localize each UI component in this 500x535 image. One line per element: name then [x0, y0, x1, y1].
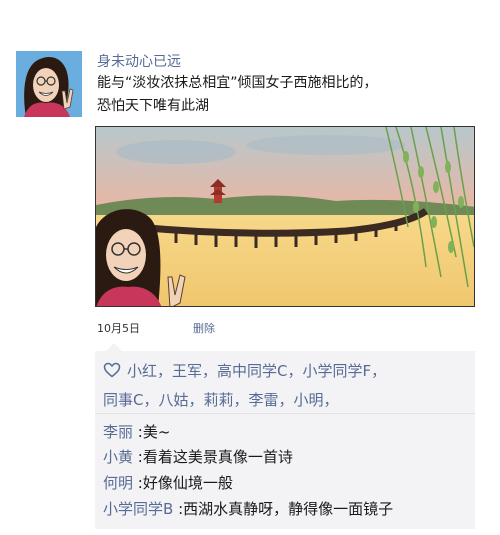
comment-item[interactable]: 小黄 :看着这美景真像一首诗 — [103, 446, 293, 468]
heart-icon — [103, 359, 121, 378]
post-date: 10月5日 — [97, 322, 140, 335]
comment-separator: : — [133, 423, 143, 441]
likes-names[interactable]: 同事C，八姑，莉莉，李雷，小明， — [103, 391, 338, 409]
likes-names[interactable]: 小红，王军，高中同学C，小学同学F， — [127, 362, 386, 380]
comment-item[interactable]: 何明 :好像仙境一般 — [103, 472, 233, 494]
likes-list: 小红，王军，高中同学C，小学同学F， 同事C，八姑，莉莉，李雷，小明， — [103, 357, 463, 415]
comment-item[interactable]: 李丽 :美~ — [103, 421, 170, 443]
comment-text: 好像仙境一般 — [142, 474, 233, 492]
post-text-line: 能与“淡妆浓抹总相宜”倾国女子西施相比的， — [97, 75, 378, 91]
likes-line: 同事C，八姑，莉莉，李雷，小明， — [103, 386, 463, 415]
username-link[interactable]: 身未动心已远 — [97, 51, 181, 71]
comment-text: 西湖水真静呀，静得像一面镜子 — [183, 500, 394, 518]
delete-button[interactable]: 删除 — [193, 320, 215, 336]
comment-separator: : — [173, 500, 184, 518]
divider — [95, 413, 475, 414]
comment-separator: : — [133, 448, 143, 466]
comment-separator: : — [133, 474, 143, 492]
comment-author[interactable]: 小黄 — [103, 448, 133, 466]
likes-line: 小红，王军，高中同学C，小学同学F， — [103, 357, 463, 386]
comment-item[interactable]: 小学同学B :西湖水真静呀，静得像一面镜子 — [103, 498, 393, 520]
post-photo[interactable] — [95, 126, 475, 307]
comment-author[interactable]: 李丽 — [103, 423, 133, 441]
comment-box-pointer — [106, 343, 122, 351]
avatar[interactable] — [16, 51, 82, 117]
post-text-line: 恐怕天下唯有此湖 — [97, 98, 209, 114]
comment-author[interactable]: 小学同学B — [103, 500, 173, 518]
comment-author[interactable]: 何明 — [103, 474, 133, 492]
comment-text: 看着这美景真像一首诗 — [142, 448, 293, 466]
comment-text: 美~ — [142, 423, 171, 441]
post-text: 能与“淡妆浓抹总相宜”倾国女子西施相比的， 恐怕天下唯有此湖 — [97, 72, 477, 118]
